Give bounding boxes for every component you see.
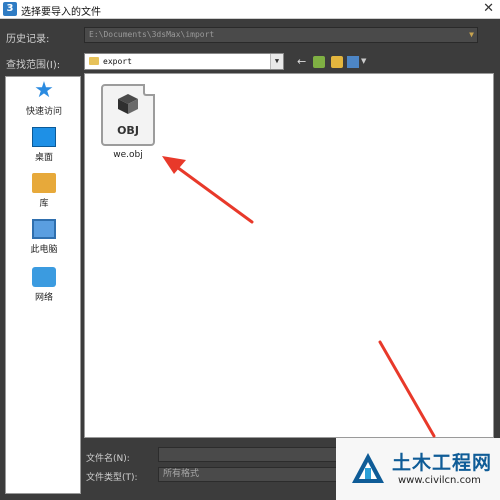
window-title: 选择要导入的文件 (21, 7, 101, 18)
file-type-dropdown[interactable]: 所有格式 (158, 467, 338, 482)
place-label: 网络 (34, 293, 53, 303)
watermark-logo-icon (352, 453, 384, 483)
watermark-url: www.civilcn.com (398, 475, 481, 486)
history-label: 历史记录: (6, 34, 50, 45)
cube-icon (118, 94, 138, 114)
watermark-title: 土木工程网 (392, 452, 493, 474)
computer-icon (32, 219, 56, 239)
library-icon (32, 173, 56, 193)
network-icon (32, 267, 56, 287)
places-bar: ★ 快速访问 桌面 库 此电脑 网络 (5, 76, 81, 494)
desktop-icon (32, 127, 56, 147)
obj-file-icon: OBJ (101, 84, 155, 146)
look-in-chevron-down-icon[interactable]: ▼ (270, 54, 283, 69)
file-name-label-text: 文件名(N): (86, 454, 130, 464)
file-list[interactable]: OBJ we.obj (84, 73, 494, 438)
place-library[interactable]: 库 (6, 173, 82, 209)
place-desktop[interactable]: 桌面 (6, 127, 82, 163)
file-type-label: 文件类型(T): (86, 473, 138, 483)
new-folder-icon[interactable] (331, 56, 343, 68)
history-chevron-down-icon[interactable]: ▼ (469, 28, 474, 42)
file-name-input[interactable] (158, 447, 338, 462)
back-arrow-icon[interactable]: ← (297, 56, 309, 68)
place-this-pc[interactable]: 此电脑 (6, 219, 82, 255)
look-in-value: export (103, 57, 132, 66)
file-name-label: we.obj (113, 150, 143, 160)
watermark: 土木工程网 www.civilcn.com (336, 438, 500, 500)
history-dropdown[interactable]: E:\Documents\3dsMax\import ▼ (84, 27, 478, 43)
place-label: 快速访问 (25, 107, 62, 117)
place-quick-access[interactable]: ★ 快速访问 (6, 78, 82, 118)
file-item[interactable]: OBJ we.obj (97, 84, 159, 160)
look-in-label: 查找范围(I): (6, 60, 61, 71)
close-button[interactable]: ✕ (483, 1, 494, 16)
file-corner-fold (143, 84, 155, 96)
view-menu-chevron-down-icon[interactable]: ▼ (361, 57, 366, 65)
obj-file-label: OBJ (117, 124, 139, 137)
app-icon: 3 (3, 2, 17, 16)
up-folder-icon[interactable] (313, 56, 325, 68)
title-bar: 3 选择要导入的文件 ✕ (0, 0, 500, 19)
place-label: 此电脑 (30, 245, 58, 255)
history-value: E:\Documents\3dsMax\import (89, 30, 215, 39)
place-label: 桌面 (34, 153, 53, 163)
view-menu-icon[interactable] (347, 56, 359, 68)
star-icon: ★ (34, 78, 54, 103)
look-in-dropdown[interactable]: export ▼ (84, 53, 284, 70)
folder-icon (89, 57, 99, 65)
place-network[interactable]: 网络 (6, 267, 82, 303)
place-label: 库 (39, 199, 49, 209)
